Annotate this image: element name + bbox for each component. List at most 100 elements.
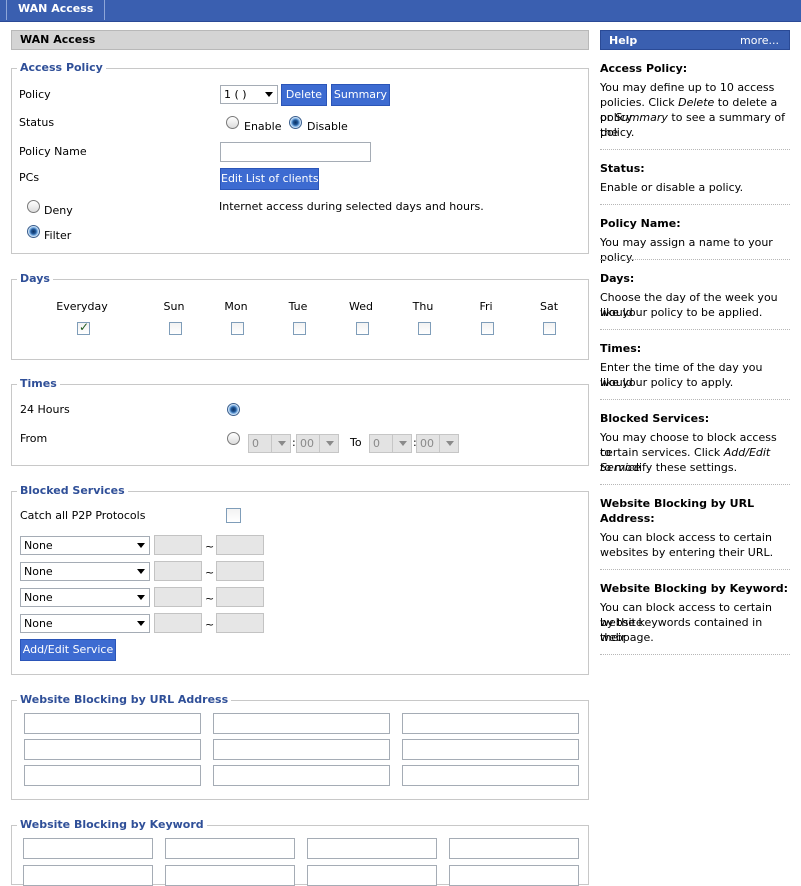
help-days-title: Days:: [600, 272, 635, 285]
blocked-services-group: Blocked Services Catch all P2P Protocols…: [11, 484, 589, 675]
day-label-everyday: Everyday: [56, 300, 108, 313]
port-start-input-4[interactable]: [154, 613, 202, 633]
chevron-down-icon: [137, 595, 145, 600]
help-keyword-blocking-title: Website Blocking by Keyword:: [600, 582, 789, 595]
chevron-down-icon: [137, 543, 145, 548]
day-checkbox-wed[interactable]: [356, 322, 369, 335]
access-policy-legend: Access Policy: [17, 61, 106, 75]
edit-list-of-clients-button[interactable]: Edit List of clients: [220, 168, 319, 190]
access-policy-group: Access Policy Policy 1 ( ) Delete Summar…: [11, 61, 589, 254]
help-policy-name-title: Policy Name:: [600, 217, 681, 230]
chevron-down-icon: [278, 441, 286, 446]
from-hour-value: 0: [252, 437, 259, 450]
keyword-input-1[interactable]: [23, 838, 153, 859]
url-input-2[interactable]: [213, 713, 390, 734]
deny-radio[interactable]: [27, 200, 40, 213]
days-legend: Days: [17, 272, 53, 286]
to-hour-select[interactable]: 0: [369, 434, 412, 453]
day-checkbox-sun[interactable]: [169, 322, 182, 335]
deny-label: Deny: [44, 204, 73, 217]
keyword-input-8[interactable]: [449, 865, 579, 886]
url-input-5[interactable]: [213, 739, 390, 760]
summary-button[interactable]: Summary: [331, 84, 390, 106]
port-start-input-1[interactable]: [154, 535, 202, 555]
day-label-wed: Wed: [349, 300, 373, 313]
chevron-down-icon: [326, 441, 334, 446]
keyword-input-2[interactable]: [165, 838, 295, 859]
url-input-1[interactable]: [24, 713, 201, 734]
range-tilde: ~: [205, 540, 215, 553]
times-group: Times 24 Hours From 0 : 00 To 0 : 00: [11, 377, 589, 466]
service-select-1[interactable]: None: [20, 536, 150, 555]
service-select-2[interactable]: None: [20, 562, 150, 581]
policy-select-value: 1 ( ): [224, 88, 247, 101]
policy-label: Policy: [19, 88, 51, 101]
p2p-label: Catch all P2P Protocols: [20, 509, 146, 522]
url-input-4[interactable]: [24, 739, 201, 760]
from-radio[interactable]: [227, 432, 240, 445]
port-end-input-1[interactable]: [216, 535, 264, 555]
add-edit-service-button[interactable]: Add/Edit Service: [20, 639, 116, 661]
help-title: Help: [609, 34, 638, 47]
day-checkbox-tue[interactable]: [293, 322, 306, 335]
help-url-blocking-title-1: Website Blocking by URL: [600, 497, 755, 510]
policy-select[interactable]: 1 ( ): [220, 85, 278, 104]
help-access-policy-line-4: policy.: [600, 126, 635, 139]
keyword-input-7[interactable]: [307, 865, 437, 886]
keyword-input-4[interactable]: [449, 838, 579, 859]
day-label-fri: Fri: [479, 300, 493, 313]
url-input-7[interactable]: [24, 765, 201, 786]
tab-wan-access[interactable]: WAN Access: [6, 0, 106, 20]
keyword-input-6[interactable]: [165, 865, 295, 886]
blocked-services-legend: Blocked Services: [17, 484, 128, 498]
help-keyword-blocking-line-3: webpage.: [600, 631, 654, 644]
chevron-down-icon: [137, 621, 145, 626]
range-tilde: ~: [205, 566, 215, 579]
day-checkbox-everyday[interactable]: [77, 320, 90, 335]
day-checkbox-thu[interactable]: [418, 322, 431, 335]
policy-name-input[interactable]: [220, 142, 371, 162]
help-more-link[interactable]: more...: [740, 31, 779, 50]
p2p-checkbox[interactable]: [226, 508, 241, 523]
url-input-9[interactable]: [402, 765, 579, 786]
day-checkbox-mon[interactable]: [231, 322, 244, 335]
day-checkbox-fri[interactable]: [481, 322, 494, 335]
day-checkbox-sat[interactable]: [543, 322, 556, 335]
help-divider: [600, 259, 790, 260]
url-input-8[interactable]: [213, 765, 390, 786]
keyword-input-5[interactable]: [23, 865, 153, 886]
help-access-policy-title: Access Policy:: [600, 62, 688, 75]
port-end-input-3[interactable]: [216, 587, 264, 607]
top-nav-bar: WAN Access: [0, 0, 801, 22]
help-policy-name-text: You may assign a name to your policy.: [600, 236, 773, 264]
port-start-input-2[interactable]: [154, 561, 202, 581]
help-divider: [600, 569, 790, 570]
to-minute-select[interactable]: 00: [416, 434, 459, 453]
help-divider: [600, 329, 790, 330]
service-select-3[interactable]: None: [20, 588, 150, 607]
pcs-label: PCs: [19, 171, 40, 184]
url-input-6[interactable]: [402, 739, 579, 760]
url-input-3[interactable]: [402, 713, 579, 734]
day-label-sat: Sat: [539, 300, 559, 313]
help-url-blocking-line-1: You can block access to certain: [600, 531, 772, 544]
url-blocking-legend: Website Blocking by URL Address: [17, 693, 232, 707]
disable-radio[interactable]: [289, 116, 302, 129]
port-end-input-4[interactable]: [216, 613, 264, 633]
service-select-4[interactable]: None: [20, 614, 150, 633]
help-status-text: Enable or disable a policy.: [600, 181, 744, 194]
keyword-blocking-group: Website Blocking by Keyword: [11, 818, 589, 886]
from-minute-select[interactable]: 00: [296, 434, 339, 453]
port-end-input-2[interactable]: [216, 561, 264, 581]
help-blocked-services-line-3: to modify these settings.: [600, 461, 738, 474]
keyword-input-3[interactable]: [307, 838, 437, 859]
help-url-blocking-title-2: Address:: [600, 512, 655, 525]
enable-radio[interactable]: [226, 116, 239, 129]
port-start-input-3[interactable]: [154, 587, 202, 607]
chevron-down-icon: [265, 92, 273, 97]
filter-radio[interactable]: [27, 225, 40, 238]
day-label-mon: Mon: [224, 300, 248, 313]
delete-button[interactable]: Delete: [281, 84, 327, 106]
from-hour-select[interactable]: 0: [248, 434, 291, 453]
24-hours-radio[interactable]: [227, 403, 240, 416]
